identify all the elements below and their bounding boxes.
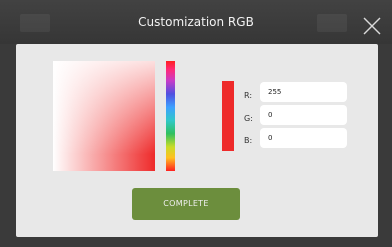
- blue-label: B:: [244, 136, 253, 145]
- color-picker-panel: R: 255 G: 0 B: 0 COMPLETE: [16, 44, 378, 237]
- title-bar: Customization RGB: [0, 0, 392, 44]
- red-label: R:: [244, 91, 253, 100]
- blue-input[interactable]: 0: [260, 128, 347, 148]
- color-preview-swatch: [222, 81, 234, 151]
- dialog-title: Customization RGB: [138, 15, 254, 29]
- red-input[interactable]: 255: [260, 82, 347, 102]
- close-icon[interactable]: [362, 16, 382, 36]
- saturation-value-picker[interactable]: [53, 61, 155, 171]
- complete-button[interactable]: COMPLETE: [132, 188, 240, 220]
- green-input[interactable]: 0: [260, 105, 347, 125]
- green-label: G:: [244, 114, 253, 123]
- hue-slider[interactable]: [166, 61, 175, 171]
